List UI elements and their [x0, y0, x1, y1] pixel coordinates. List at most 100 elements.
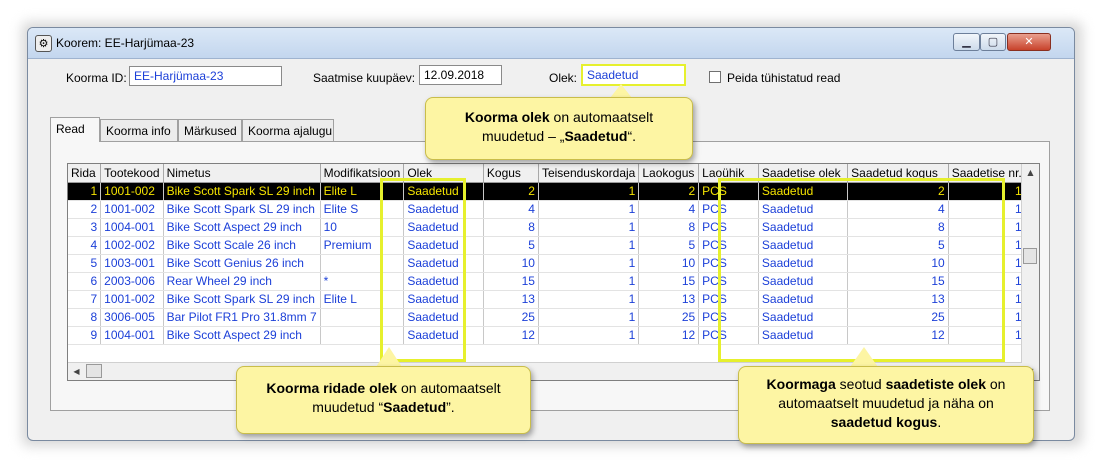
table-cell[interactable]: PCS [698, 290, 759, 309]
table-cell[interactable] [320, 326, 405, 345]
column-header[interactable]: Olek [403, 164, 484, 183]
table-cell[interactable]: Elite L [320, 182, 405, 201]
table-cell[interactable]: 1002-002 [100, 236, 164, 255]
column-header[interactable]: Saadetise olek [758, 164, 849, 183]
table-row[interactable]: 6 2003-006 Rear Wheel 29 inch * Saadetud 15 1 1… [68, 272, 1039, 291]
tab-markused[interactable]: Märkused [178, 119, 242, 141]
table-cell[interactable]: 13 [638, 290, 700, 309]
table-cell[interactable]: 1 [538, 290, 640, 309]
table-cell[interactable]: Saadetud [403, 182, 484, 201]
column-header[interactable]: Tootekood [100, 164, 164, 183]
table-cell[interactable]: Elite S [320, 200, 405, 219]
table-cell[interactable]: 12 [483, 326, 539, 345]
table-cell[interactable]: 1 [538, 218, 640, 237]
table-cell[interactable]: Saadetud [758, 272, 849, 291]
table-cell[interactable]: PCS [698, 236, 759, 255]
table-cell[interactable]: PCS [698, 200, 759, 219]
table-cell[interactable]: 1 [538, 200, 640, 219]
table-cell[interactable]: 2 [483, 182, 539, 201]
table-cell[interactable]: 4 [483, 200, 539, 219]
column-header[interactable]: Saadetud kogus [847, 164, 949, 183]
id-field[interactable]: EE-Harjümaa-23 [129, 66, 282, 86]
table-cell[interactable]: 4 [638, 200, 700, 219]
table-cell[interactable]: 1003-001 [100, 254, 164, 273]
table-cell[interactable]: 2 [68, 200, 102, 219]
table-cell[interactable]: 12 [847, 326, 949, 345]
table-cell[interactable]: 5 [638, 236, 700, 255]
table-cell[interactable]: 1 [538, 236, 640, 255]
table-cell[interactable]: Saadetud [758, 200, 849, 219]
table-cell[interactable]: PCS [698, 326, 759, 345]
table-cell[interactable]: 15 [483, 272, 539, 291]
column-header[interactable]: Laoühik [698, 164, 759, 183]
table-cell[interactable] [320, 308, 405, 327]
table-row[interactable]: 9 1004-001 Bike Scott Aspect 29 inch Saadet… [68, 326, 1039, 345]
table-cell[interactable]: 6 [68, 272, 102, 291]
column-header[interactable]: Kogus [483, 164, 539, 183]
table-cell[interactable] [320, 254, 405, 273]
close-icon[interactable]: ✕ [1007, 33, 1051, 51]
table-cell[interactable]: 8 [483, 218, 539, 237]
table-cell[interactable]: 12 [638, 326, 700, 345]
table-cell[interactable]: 5 [847, 236, 949, 255]
table-cell[interactable]: 2003-006 [100, 272, 164, 291]
table-cell[interactable]: Saadetud [758, 290, 849, 309]
table-cell[interactable]: Elite L [320, 290, 405, 309]
table-cell[interactable]: 15 [638, 272, 700, 291]
table-cell[interactable]: Bike Scott Genius 26 inch [163, 254, 321, 273]
column-header[interactable]: Teisenduskordaja [538, 164, 640, 183]
hide-cancelled-checkbox[interactable] [709, 71, 721, 83]
table-cell[interactable]: Saadetud [403, 326, 484, 345]
table-cell[interactable]: 10 [320, 218, 405, 237]
table-cell[interactable]: PCS [698, 272, 759, 291]
table-cell[interactable]: Saadetud [403, 272, 484, 291]
table-cell[interactable]: Premium [320, 236, 405, 255]
table-cell[interactable]: * [320, 272, 405, 291]
title-bar[interactable]: ⚙ Koorem: EE-Harjümaa-23 ▁ ▢ ✕ [28, 28, 1074, 59]
table-cell[interactable]: 8 [638, 218, 700, 237]
table-row[interactable]: 8 3006-005 Bar Pilot FR1 Pro 31.8mm 7 Saade… [68, 308, 1039, 327]
table-cell[interactable]: 1001-002 [100, 200, 164, 219]
table-cell[interactable]: Saadetud [758, 236, 849, 255]
table-cell[interactable]: 3 [68, 218, 102, 237]
table-cell[interactable]: Saadetud [403, 254, 484, 273]
table-cell[interactable]: 10 [847, 254, 949, 273]
table-cell[interactable]: 7 [68, 290, 102, 309]
table-cell[interactable]: 1004-001 [100, 326, 164, 345]
column-header[interactable]: Modifikatsioon [320, 164, 405, 183]
table-cell[interactable]: 1001-002 [100, 182, 164, 201]
table-cell[interactable]: 1 [538, 308, 640, 327]
table-cell[interactable]: 3006-005 [100, 308, 164, 327]
table-cell[interactable]: 15 [847, 272, 949, 291]
table-row[interactable]: 5 1003-001 Bike Scott Genius 26 inch Saadet… [68, 254, 1039, 273]
table-cell[interactable]: 8 [68, 308, 102, 327]
table-cell[interactable]: 25 [483, 308, 539, 327]
table-row[interactable]: 2 1001-002 Bike Scott Spark SL 29 inch Elit… [68, 200, 1039, 219]
table-cell[interactable]: Saadetud [403, 290, 484, 309]
vertical-scroll-thumb[interactable] [1023, 248, 1037, 264]
table-row[interactable]: 1 1001-002 Bike Scott Spark SL 29 inch Elit… [68, 182, 1039, 201]
table-cell[interactable]: Bike Scott Spark SL 29 inch [163, 200, 321, 219]
table-cell[interactable]: 25 [638, 308, 700, 327]
table-cell[interactable]: Saadetud [758, 182, 849, 201]
column-header[interactable]: Rida [68, 164, 102, 183]
table-cell[interactable]: 2 [638, 182, 700, 201]
table-cell[interactable]: Bike Scott Aspect 29 inch [163, 218, 321, 237]
table-cell[interactable]: 5 [68, 254, 102, 273]
table-cell[interactable]: 8 [847, 218, 949, 237]
column-header[interactable]: Laokogus [638, 164, 700, 183]
tab-koorma-ajalugu[interactable]: Koorma ajalugu [242, 119, 334, 141]
table-cell[interactable]: 13 [847, 290, 949, 309]
date-field[interactable]: 12.09.2018 [419, 65, 502, 85]
table-cell[interactable]: PCS [698, 218, 759, 237]
maximize-icon[interactable]: ▢ [980, 33, 1006, 51]
vertical-scrollbar[interactable]: ▲ ▼ [1021, 164, 1039, 380]
table-row[interactable]: 7 1001-002 Bike Scott Spark SL 29 inch Elit… [68, 290, 1039, 309]
table-cell[interactable]: Saadetud [403, 236, 484, 255]
table-row[interactable]: 3 1004-001 Bike Scott Aspect 29 inch 10 Saad… [68, 218, 1039, 237]
table-cell[interactable]: PCS [698, 182, 759, 201]
table-cell[interactable]: 1001-002 [100, 290, 164, 309]
scroll-left-icon[interactable]: ◀ [68, 363, 85, 380]
table-cell[interactable]: 5 [483, 236, 539, 255]
table-cell[interactable]: Saadetud [758, 218, 849, 237]
